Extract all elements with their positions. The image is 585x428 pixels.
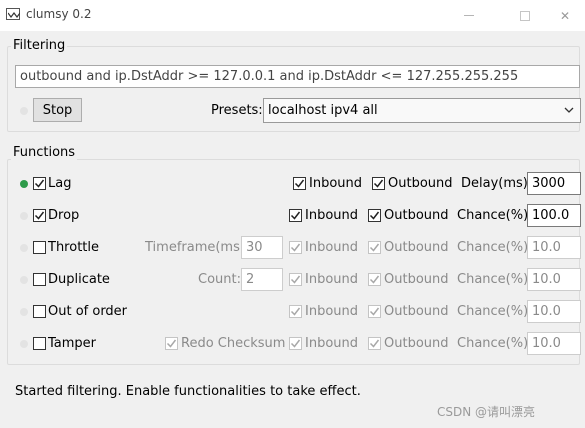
- lag-checkbox[interactable]: [33, 177, 46, 190]
- presets-label: Presets:: [211, 103, 263, 118]
- drop-status-dot: [20, 212, 28, 220]
- filter-input[interactable]: [15, 65, 580, 88]
- redo-checksum-checkbox[interactable]: [165, 337, 178, 350]
- duplicate-checkbox[interactable]: [33, 273, 46, 286]
- drop-param-label: Chance(%):: [457, 208, 533, 223]
- drop-checkbox[interactable]: [33, 209, 46, 222]
- tamper-chance-input[interactable]: 10.0: [527, 332, 581, 355]
- drop-outbound-checkbox[interactable]: [368, 209, 381, 222]
- lag-label: Lag: [48, 176, 72, 191]
- duplicate-count-label: Count:: [198, 272, 241, 287]
- filtering-group-title: Filtering: [11, 38, 68, 53]
- tamper-outbound-checkbox[interactable]: [368, 337, 381, 350]
- watermark: CSDN @请叫漂亮: [437, 405, 536, 419]
- title-bar: clumsy 0.2 ✕: [0, 0, 585, 31]
- lag-inbound-label: Inbound: [309, 176, 363, 191]
- lag-outbound-label: Outbound: [388, 176, 453, 191]
- duplicate-inbound-checkbox[interactable]: [289, 273, 302, 286]
- duplicate-outbound-label: Outbound: [384, 272, 449, 287]
- window-title: clumsy 0.2: [26, 7, 92, 21]
- out-of-order-param-label: Chance(%):: [457, 304, 533, 319]
- redo-checksum-label: Redo Checksum: [181, 336, 286, 351]
- drop-inbound-checkbox[interactable]: [289, 209, 302, 222]
- throttle-timeframe-label: Timeframe(ms):: [145, 240, 250, 255]
- throttle-chance-input[interactable]: 10.0: [527, 236, 581, 259]
- throttle-param-label: Chance(%):: [457, 240, 533, 255]
- chevron-down-icon: [564, 99, 574, 130]
- throttle-checkbox[interactable]: [33, 241, 46, 254]
- lag-param-label: Delay(ms):: [461, 176, 533, 191]
- throttle-label: Throttle: [48, 240, 99, 255]
- duplicate-outbound-checkbox[interactable]: [368, 273, 381, 286]
- throttle-outbound-checkbox[interactable]: [368, 241, 381, 254]
- out-of-order-outbound-checkbox[interactable]: [368, 305, 381, 318]
- out-of-order-inbound-checkbox[interactable]: [289, 305, 302, 318]
- presets-select[interactable]: localhost ipv4 all: [263, 98, 581, 123]
- throttle-status-dot: [20, 244, 28, 252]
- lag-status-dot: [20, 180, 28, 188]
- duplicate-status-dot: [20, 276, 28, 284]
- tamper-label: Tamper: [48, 336, 97, 351]
- app-icon: [6, 8, 20, 20]
- out-of-order-checkbox[interactable]: [33, 305, 46, 318]
- filter-status-dot: [20, 107, 28, 115]
- duplicate-chance-input[interactable]: 10.0: [527, 268, 581, 291]
- status-text: Started filtering. Enable functionalitie…: [15, 384, 361, 399]
- out-of-order-inbound-label: Inbound: [305, 304, 359, 319]
- lag-outbound-checkbox[interactable]: [372, 177, 385, 190]
- throttle-inbound-label: Inbound: [305, 240, 359, 255]
- drop-outbound-label: Outbound: [384, 208, 449, 223]
- duplicate-label: Duplicate: [48, 272, 110, 287]
- stop-button[interactable]: Stop: [33, 98, 82, 122]
- throttle-inbound-checkbox[interactable]: [289, 241, 302, 254]
- minimize-icon[interactable]: [446, 0, 492, 31]
- duplicate-param-label: Chance(%):: [457, 272, 533, 287]
- tamper-param-label: Chance(%):: [457, 336, 533, 351]
- duplicate-inbound-label: Inbound: [305, 272, 359, 287]
- drop-inbound-label: Inbound: [305, 208, 359, 223]
- presets-selected-value: localhost ipv4 all: [268, 103, 378, 118]
- close-icon[interactable]: ✕: [545, 0, 585, 31]
- duplicate-count-input[interactable]: 2: [241, 268, 283, 291]
- maximize-icon[interactable]: [502, 0, 548, 31]
- tamper-inbound-checkbox[interactable]: [289, 337, 302, 350]
- tamper-status-dot: [20, 340, 28, 348]
- tamper-checkbox[interactable]: [33, 337, 46, 350]
- tamper-inbound-label: Inbound: [305, 336, 359, 351]
- throttle-timeframe-input[interactable]: 30: [241, 236, 283, 259]
- functions-group-title: Functions: [11, 145, 78, 160]
- drop-chance-input[interactable]: 100.0: [527, 204, 581, 227]
- out-of-order-label: Out of order: [48, 304, 128, 319]
- out-of-order-chance-input[interactable]: 10.0: [527, 300, 581, 323]
- out-of-order-status-dot: [20, 308, 28, 316]
- lag-delay-input[interactable]: 3000: [527, 172, 581, 195]
- throttle-outbound-label: Outbound: [384, 240, 449, 255]
- lag-inbound-checkbox[interactable]: [293, 177, 306, 190]
- out-of-order-outbound-label: Outbound: [384, 304, 449, 319]
- drop-label: Drop: [48, 208, 80, 223]
- tamper-outbound-label: Outbound: [384, 336, 449, 351]
